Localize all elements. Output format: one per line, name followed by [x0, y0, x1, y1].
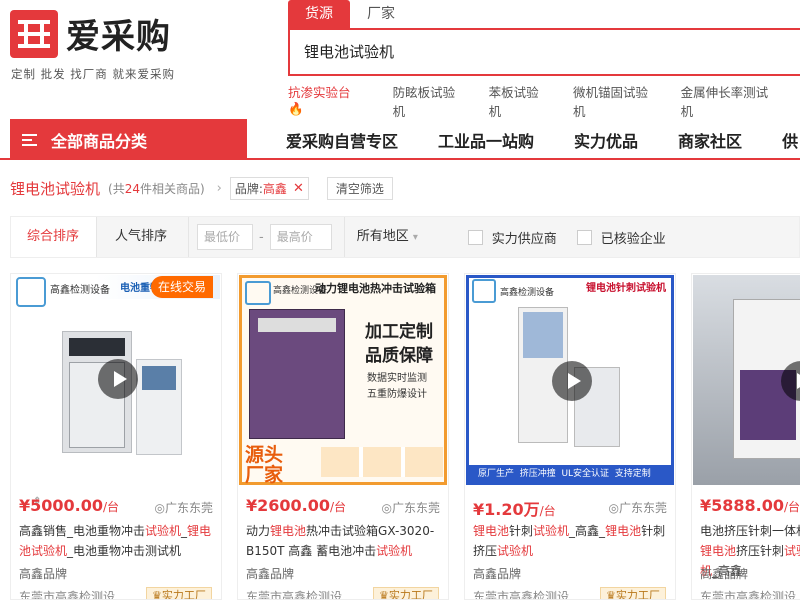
checkbox-icon	[467, 229, 483, 245]
product-title[interactable]: 锂电池针刺试验机_高鑫_锂电池针刺挤压试验机	[473, 521, 669, 561]
product-location: ◎广东东莞	[381, 501, 440, 515]
search-input[interactable]: 锂电池试验机	[304, 30, 394, 74]
logo-icon	[10, 9, 58, 58]
sort-popularity[interactable]: 人气排序	[97, 217, 189, 257]
company-name[interactable]: 东莞市高鑫检测设	[19, 588, 115, 599]
clear-filters-button[interactable]: 清空筛选	[326, 176, 393, 200]
price-range-dash: -	[259, 229, 264, 245]
logo-text: 爱采购	[66, 17, 171, 57]
strong-supplier-checkbox[interactable]: 实力供应商	[467, 228, 577, 247]
strong-factory-badge: ♛实力工厂	[600, 587, 666, 599]
product-price: ¥2600.00/台	[246, 496, 347, 515]
product-price: ¥1.20万/台	[473, 500, 556, 519]
search-tabs: 货源 厂家	[288, 0, 412, 28]
hot-search-item[interactable]: 抗渗实验台 🔥	[288, 82, 365, 120]
all-categories-button[interactable]: 全部商品分类	[10, 119, 247, 160]
breadcrumb: 锂电池试验机 (共24件相关商品) › 品牌: 高鑫 ✕ 清空筛选	[10, 170, 393, 206]
logo[interactable]: 爱采购	[10, 9, 171, 58]
hot-search-item[interactable]: 防眩板试验机	[393, 82, 463, 120]
chevron-down-icon: ▾	[412, 232, 418, 243]
product-image[interactable]: 高鑫检测设备 电池重物冲击	[12, 275, 220, 485]
checkbox-icon	[576, 229, 592, 245]
play-video-icon[interactable]	[552, 361, 592, 401]
brand-logo-icon	[472, 279, 496, 303]
product-title[interactable]: 动力锂电池热冲击试验箱GX-3020-B150T 高鑫 蓄电池冲击试验机	[246, 521, 442, 561]
close-icon[interactable]: ✕	[293, 181, 304, 196]
nav-link-self-run[interactable]: 爱采购自营专区	[286, 128, 398, 152]
product-card[interactable]: 高鑫检测设备 动力锂电池热冲击试验箱 加工定制 品质保障 数据实时监测 五重防爆…	[237, 273, 449, 600]
min-price-input[interactable]: 最低价	[197, 224, 253, 250]
tab-goods[interactable]: 货源	[288, 0, 350, 28]
brand-logo-icon	[245, 281, 271, 305]
company-name[interactable]: 东莞市高鑫检测设	[246, 588, 342, 599]
max-price-input[interactable]: 最高价	[269, 224, 332, 250]
product-brand: 高鑫品牌	[246, 567, 295, 581]
product-location: ◎广东东莞	[154, 501, 213, 515]
main-nav: 全部商品分类 爱采购自营专区 工业品一站购 实力优品 商家社区 供	[0, 119, 800, 160]
control-panel-illustration	[136, 359, 182, 455]
all-categories-label: 全部商品分类	[51, 131, 148, 151]
feature-tiles	[321, 447, 443, 477]
product-card[interactable]: 高鑫检测设备 电池重物冲击 在线交易 ¥5000.00/台 ◎广东东莞 高鑫销售…	[10, 273, 222, 600]
site-header: 爱采购 定制 批发 找厂商 就来爱采购 货源 厂家 锂电池试验机 抗渗实验台 🔥…	[0, 0, 800, 119]
brand-logo-icon	[16, 277, 46, 307]
region-select[interactable]: 所有地区 ▾	[343, 217, 454, 257]
product-brand: 高鑫品牌	[700, 567, 749, 581]
nav-link-industrial[interactable]: 工业品一站购	[438, 128, 534, 152]
product-price: ¥5888.00/台	[700, 496, 800, 515]
product-image[interactable]	[693, 275, 800, 485]
nav-link-supply[interactable]: 供	[782, 128, 798, 152]
sort-bar: 综合排序 人气排序 价格 ⇕ 最低价 - 最高价 所有地区 ▾ 实力供应商 已核…	[10, 216, 800, 507]
hot-search-item[interactable]: 金属伸长率测试机	[681, 82, 774, 120]
online-trade-badge: 在线交易	[151, 276, 214, 298]
result-count: (共24件相关商品)	[108, 181, 205, 196]
slogan: 定制 批发 找厂商 就来爱采购	[11, 67, 175, 81]
search-keyword: 锂电池试验机	[10, 179, 101, 198]
product-card[interactable]: 高鑫检测设备 锂电池针刺试验机 原厂生产 挤压冲撞 UL安全认证 支持定制 ¥1…	[464, 273, 676, 600]
hot-search-item[interactable]: 微机锚固试验机	[573, 82, 655, 120]
menu-icon	[22, 131, 37, 149]
product-price: ¥5000.00/台	[19, 496, 120, 515]
product-card[interactable]: ¥5888.00/台 电池挤压针刺一体机锂电池挤压针刺试验机_高鑫 高鑫品牌 东…	[691, 273, 800, 600]
product-image[interactable]: 高鑫检测设备 锂电池针刺试验机 原厂生产 挤压冲撞 UL安全认证 支持定制	[466, 275, 674, 485]
strong-factory-badge: ♛实力工厂	[146, 587, 212, 599]
verified-checkbox[interactable]: 已核验企业	[576, 228, 686, 247]
chamber-illustration	[249, 309, 345, 439]
strong-factory-badge: ♛实力工厂	[373, 587, 439, 599]
company-name[interactable]: 东莞市高鑫检测设	[700, 588, 796, 599]
search-box[interactable]: 锂电池试验机	[288, 28, 800, 76]
product-title[interactable]: 高鑫销售_电池重物冲击试验机_锂电池试验机_电池重物冲击测试机	[19, 521, 215, 561]
product-brand: 高鑫品牌	[473, 567, 522, 581]
filter-tag-brand: 品牌: 高鑫 ✕	[229, 176, 309, 200]
nav-link-community[interactable]: 商家社区	[678, 128, 742, 152]
tab-manufacturers[interactable]: 厂家	[350, 0, 412, 28]
sort-comprehensive[interactable]: 综合排序	[11, 217, 97, 257]
product-location: ◎广东东莞	[608, 501, 667, 515]
product-brand: 高鑫品牌	[19, 567, 68, 581]
company-name[interactable]: 东莞市高鑫检测设	[473, 588, 569, 599]
product-image[interactable]: 高鑫检测设备 动力锂电池热冲击试验箱 加工定制 品质保障 数据实时监测 五重防爆…	[239, 275, 447, 485]
nav-link-quality[interactable]: 实力优品	[574, 128, 638, 152]
chevron-right-icon: ›	[216, 180, 222, 196]
play-video-icon[interactable]	[98, 359, 138, 399]
hot-search-item[interactable]: 苯板试验机	[489, 82, 547, 120]
nav-links: 爱采购自营专区 工业品一站购 实力优品 商家社区 供	[286, 119, 800, 160]
hot-searches: 抗渗实验台 🔥 防眩板试验机 苯板试验机 微机锚固试验机 金属伸长率测试机	[288, 82, 800, 120]
